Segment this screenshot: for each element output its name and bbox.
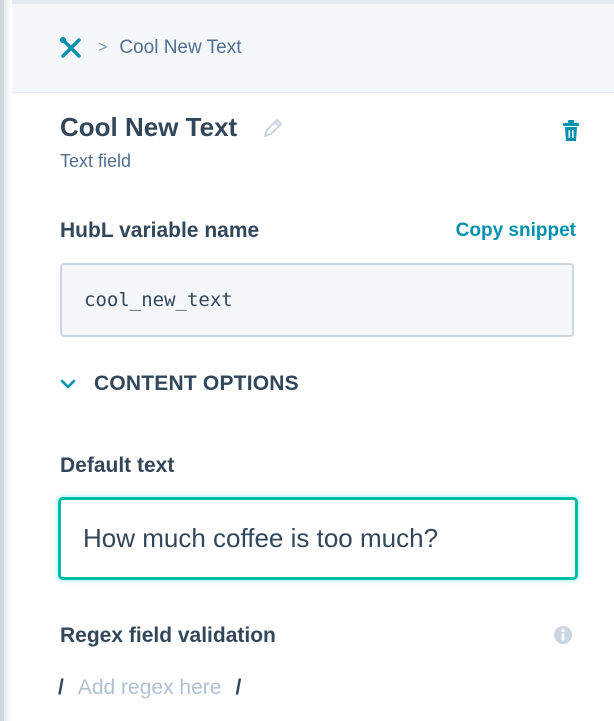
content-options-label: CONTENT OPTIONS — [94, 372, 299, 395]
copy-snippet-link[interactable]: Copy snippet — [456, 220, 576, 242]
field-title: Cool New Text — [60, 112, 238, 142]
field-header: Cool New Text Text field — [60, 112, 580, 172]
default-text-label: Default text — [60, 454, 175, 477]
trash-icon[interactable] — [562, 120, 580, 147]
default-text-field[interactable]: How much coffee is too much? — [58, 497, 578, 580]
breadcrumb-separator: > — [98, 39, 108, 56]
regex-input-row: / Add regex here / — [58, 676, 241, 700]
left-panel-border — [0, 0, 12, 721]
field-type-label: Text field — [60, 151, 132, 171]
info-icon[interactable] — [553, 625, 573, 650]
hubl-variable-label: HubL variable name — [60, 219, 260, 242]
regex-prefix: / — [58, 676, 64, 699]
pencil-icon[interactable] — [261, 116, 285, 140]
hubl-label-row: HubL variable name Copy snippet — [60, 219, 576, 243]
regex-input[interactable]: Add regex here — [78, 676, 222, 700]
chevron-down-icon — [60, 374, 80, 394]
regex-suffix: / — [235, 676, 242, 699]
breadcrumb: > Cool New Text — [12, 4, 614, 93]
crossed-tools-icon[interactable] — [58, 35, 84, 61]
hubl-variable-field[interactable]: cool_new_text — [60, 263, 574, 337]
regex-validation-label: Regex field validation — [60, 624, 276, 647]
content-options-toggle[interactable]: CONTENT OPTIONS — [60, 372, 299, 396]
breadcrumb-current: Cool New Text — [119, 37, 242, 58]
